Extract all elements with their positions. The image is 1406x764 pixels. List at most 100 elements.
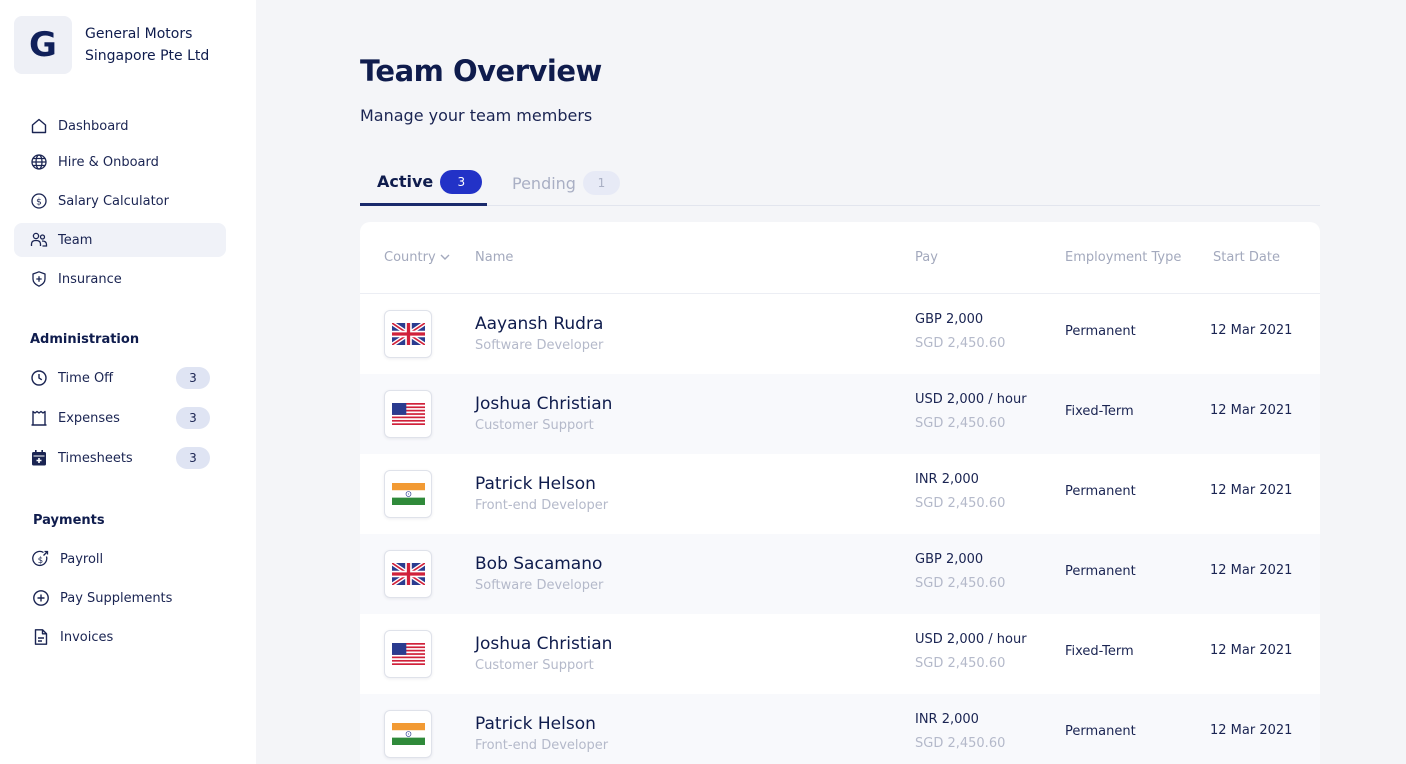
calendar-icon [30,449,48,467]
sidebar-item-label: Dashboard [58,118,129,134]
member-name: Joshua Christian [475,634,613,654]
uk-flag-icon [384,550,432,598]
member-employment-type: Permanent [1065,564,1136,579]
member-name: Patrick Helson [475,474,596,494]
sidebar-item-label: Salary Calculator [58,193,169,209]
member-name: Joshua Christian [475,394,613,414]
india-flag-icon [384,470,432,518]
member-pay: INR 2,000 [915,472,979,487]
sidebar: G General Motors Singapore Pte Ltd Dashb… [0,0,256,764]
dollar-circle-icon: $ [30,192,48,210]
sidebar-item-team[interactable]: Team [14,223,226,257]
chevron-down-icon [440,250,450,265]
column-header-label: Country [384,250,436,265]
member-name: Bob Sacamano [475,554,603,574]
main-content: Team Overview Manage your team members A… [256,0,1406,764]
table-row[interactable]: Joshua Christian Customer Support USD 2,… [360,614,1320,694]
member-employment-type: Permanent [1065,484,1136,499]
member-pay: INR 2,000 [915,712,979,727]
member-pay-sgd: SGD 2,450.60 [915,736,1006,751]
member-role: Front-end Developer [475,498,609,513]
table-row[interactable]: Patrick Helson Front-end Developer INR 2… [360,694,1320,764]
sidebar-item-label: Timesheets [58,450,133,466]
sidebar-item-time-off[interactable]: Time Off 3 [14,361,226,395]
member-start-date: 12 Mar 2021 [1210,563,1293,578]
status-tabs: Active 3 Pending 1 [360,160,1320,206]
tab-active[interactable]: Active 3 [360,160,487,206]
table-row[interactable]: Aayansh Rudra Software Developer GBP 2,0… [360,294,1320,374]
plus-circle-icon [32,589,50,607]
member-name: Aayansh Rudra [475,314,604,334]
globe-icon [30,153,48,171]
member-role: Front-end Developer [475,738,609,753]
sidebar-item-label: Insurance [58,271,122,287]
member-role: Customer Support [475,658,594,673]
us-flag-icon [384,390,432,438]
column-header-pay: Pay [915,250,938,265]
member-start-date: 12 Mar 2021 [1210,643,1293,658]
svg-text:$: $ [38,556,43,566]
member-pay: GBP 2,000 [915,552,984,567]
company-logo: G [14,16,72,74]
member-pay: GBP 2,000 [915,312,984,327]
sidebar-item-timesheets[interactable]: Timesheets 3 [14,441,226,475]
sidebar-item-hire-onboard[interactable]: Hire & Onboard [14,145,226,179]
member-pay-sgd: SGD 2,450.60 [915,416,1006,431]
company-name: General Motors Singapore Pte Ltd [85,26,210,64]
team-table: Country Name Pay Employment Type Start D… [360,222,1320,764]
member-start-date: 12 Mar 2021 [1210,723,1293,738]
uk-flag-icon [384,310,432,358]
clock-icon [30,369,48,387]
receipt-icon [30,409,48,427]
tab-label: Active [377,172,434,191]
company-switcher[interactable]: G General Motors Singapore Pte Ltd [14,16,235,74]
member-name: Patrick Helson [475,714,596,734]
tab-count-badge: 3 [440,169,483,194]
sidebar-item-dashboard[interactable]: Dashboard [14,109,226,143]
india-flag-icon [384,710,432,758]
member-employment-type: Fixed-Term [1065,404,1134,419]
count-badge: 3 [176,367,210,389]
sidebar-item-label: Pay Supplements [60,590,173,606]
member-employment-type: Permanent [1065,724,1136,739]
sidebar-item-label: Time Off [58,370,114,386]
sidebar-item-pay-supplements[interactable]: Pay Supplements [14,581,226,615]
sidebar-item-label: Expenses [58,410,120,426]
sidebar-item-expenses[interactable]: Expenses 3 [14,401,226,435]
sidebar-item-invoices[interactable]: Invoices [14,620,226,654]
sidebar-item-salary-calculator[interactable]: $ Salary Calculator [14,184,226,218]
member-pay-sgd: SGD 2,450.60 [915,336,1006,351]
users-icon [30,231,48,249]
member-start-date: 12 Mar 2021 [1210,403,1293,418]
column-header-employment-type: Employment Type [1065,250,1182,265]
member-role: Software Developer [475,338,604,353]
tab-count-badge: 1 [582,171,620,195]
table-header: Country Name Pay Employment Type Start D… [360,222,1320,294]
member-start-date: 12 Mar 2021 [1210,483,1293,498]
member-employment-type: Permanent [1065,324,1136,339]
table-row[interactable]: Bob Sacamano Software Developer GBP 2,00… [360,534,1320,614]
svg-text:$: $ [36,198,42,208]
column-header-country[interactable]: Country [384,250,450,265]
section-title-payments: Payments [33,513,105,528]
tab-pending[interactable]: Pending 1 [512,160,620,206]
sidebar-item-label: Invoices [60,629,114,645]
table-row[interactable]: Patrick Helson Front-end Developer INR 2… [360,454,1320,534]
table-row[interactable]: Joshua Christian Customer Support USD 2,… [360,374,1320,454]
sidebar-item-label: Team [58,232,93,248]
sidebar-item-insurance[interactable]: Insurance [14,262,226,296]
payroll-icon: $ [32,550,50,568]
member-start-date: 12 Mar 2021 [1210,323,1293,338]
page-title: Team Overview [360,54,602,88]
member-role: Customer Support [475,418,594,433]
member-pay: USD 2,000 / hour [915,632,1027,647]
tab-label: Pending [512,173,576,193]
member-pay-sgd: SGD 2,450.60 [915,576,1006,591]
sidebar-item-payroll[interactable]: $ Payroll [14,542,226,576]
section-title-administration: Administration [30,332,140,347]
shield-icon [30,270,48,288]
member-pay-sgd: SGD 2,450.60 [915,656,1006,671]
count-badge: 3 [176,407,210,429]
us-flag-icon [384,630,432,678]
member-role: Software Developer [475,578,604,593]
